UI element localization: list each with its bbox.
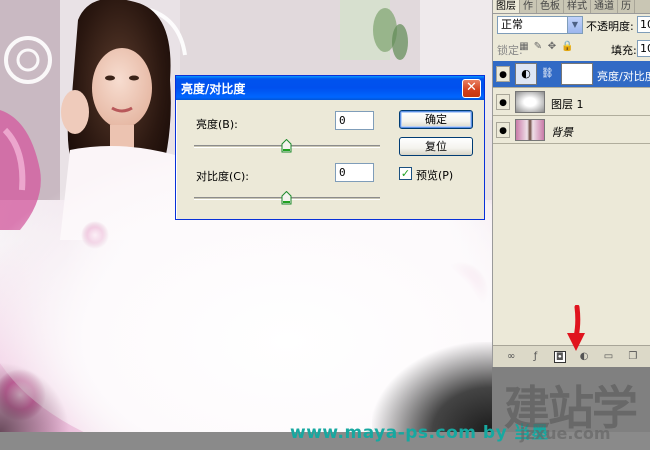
adjustment-icon: ◐: [515, 63, 537, 85]
preview-label: 预览(P): [416, 169, 454, 182]
lock-pixels-icon[interactable]: ✎: [533, 42, 543, 52]
contrast-input[interactable]: 0: [335, 163, 374, 182]
layer-mask-thumbnail[interactable]: [561, 63, 593, 85]
lock-position-icon[interactable]: ✥: [547, 42, 557, 52]
eye-icon[interactable]: ●: [496, 66, 510, 82]
brightness-slider-thumb[interactable]: [281, 139, 292, 153]
close-icon: ✕: [466, 80, 477, 95]
layer-name: 亮度/对比度: [597, 70, 650, 83]
panel-tabs: 图层 作 色板 样式 通道 历: [493, 0, 650, 14]
watermark-url-text: www.maya-ps.com: [290, 423, 477, 443]
layer-name: 背景: [551, 126, 573, 139]
check-icon: ✓: [400, 167, 411, 180]
red-arrow-annotation: [567, 305, 585, 351]
vignette-corner-left: [0, 362, 70, 432]
layer-thumbnail: [515, 119, 545, 141]
blend-mode-select[interactable]: 正常 ▼: [497, 16, 583, 34]
site-logo: 建站学: [504, 381, 638, 435]
ok-button[interactable]: 确定: [399, 110, 473, 129]
eye-icon[interactable]: ●: [496, 122, 510, 138]
contrast-slider-thumb[interactable]: [281, 191, 292, 205]
brightness-contrast-dialog: 亮度/对比度 ✕ 亮度(B): 0 对比度(C): 0 确定 复位 ✓ 预览(P…: [175, 75, 485, 220]
layer-row[interactable]: ● 图层 1: [493, 89, 650, 116]
brightness-input[interactable]: 0: [335, 111, 374, 130]
dialog-titlebar[interactable]: 亮度/对比度: [176, 76, 484, 100]
folder-icon[interactable]: ▭: [602, 351, 614, 363]
tab-swatches[interactable]: 色板: [537, 0, 564, 13]
layer-row[interactable]: ● ◐ ⛓ 亮度/对比度: [493, 61, 650, 88]
tab-history[interactable]: 历: [618, 0, 635, 13]
fill-input[interactable]: 10: [637, 40, 650, 57]
lock-transparency-icon[interactable]: ▦: [519, 42, 529, 52]
blend-mode-value: 正常: [501, 18, 523, 31]
tab-channels[interactable]: 通道: [591, 0, 618, 13]
lock-all-icon[interactable]: 🔒: [561, 42, 573, 52]
opacity-input[interactable]: 10: [637, 16, 650, 33]
dialog-title: 亮度/对比度: [181, 81, 246, 96]
link-icon[interactable]: ∞: [505, 351, 517, 363]
preview-checkbox[interactable]: ✓: [399, 167, 412, 180]
new-layer-icon[interactable]: ❐: [627, 351, 639, 363]
contrast-label: 对比度(C):: [196, 170, 249, 183]
reset-button[interactable]: 复位: [399, 137, 473, 156]
close-button[interactable]: ✕: [462, 79, 481, 98]
layer-row[interactable]: ● 背景: [493, 117, 650, 144]
tab-styles[interactable]: 样式: [564, 0, 591, 13]
fill-label: 填充:: [611, 44, 637, 57]
fx-icon[interactable]: ƒ: [529, 351, 541, 363]
layer-thumbnail: [515, 91, 545, 113]
lock-options: ▦ ✎ ✥ 🔒: [519, 42, 573, 52]
eye-icon[interactable]: ●: [496, 94, 510, 110]
site-logo-sub: jzxue.com: [520, 424, 611, 443]
layer-name: 图层 1: [551, 98, 584, 111]
chain-link-icon[interactable]: ⛓: [541, 63, 554, 85]
tab-layers[interactable]: 图层: [493, 0, 520, 13]
tab-actions[interactable]: 作: [520, 0, 537, 13]
chevron-down-icon: ▼: [567, 17, 582, 33]
brightness-label: 亮度(B):: [196, 118, 238, 131]
opacity-label: 不透明度:: [586, 20, 634, 33]
